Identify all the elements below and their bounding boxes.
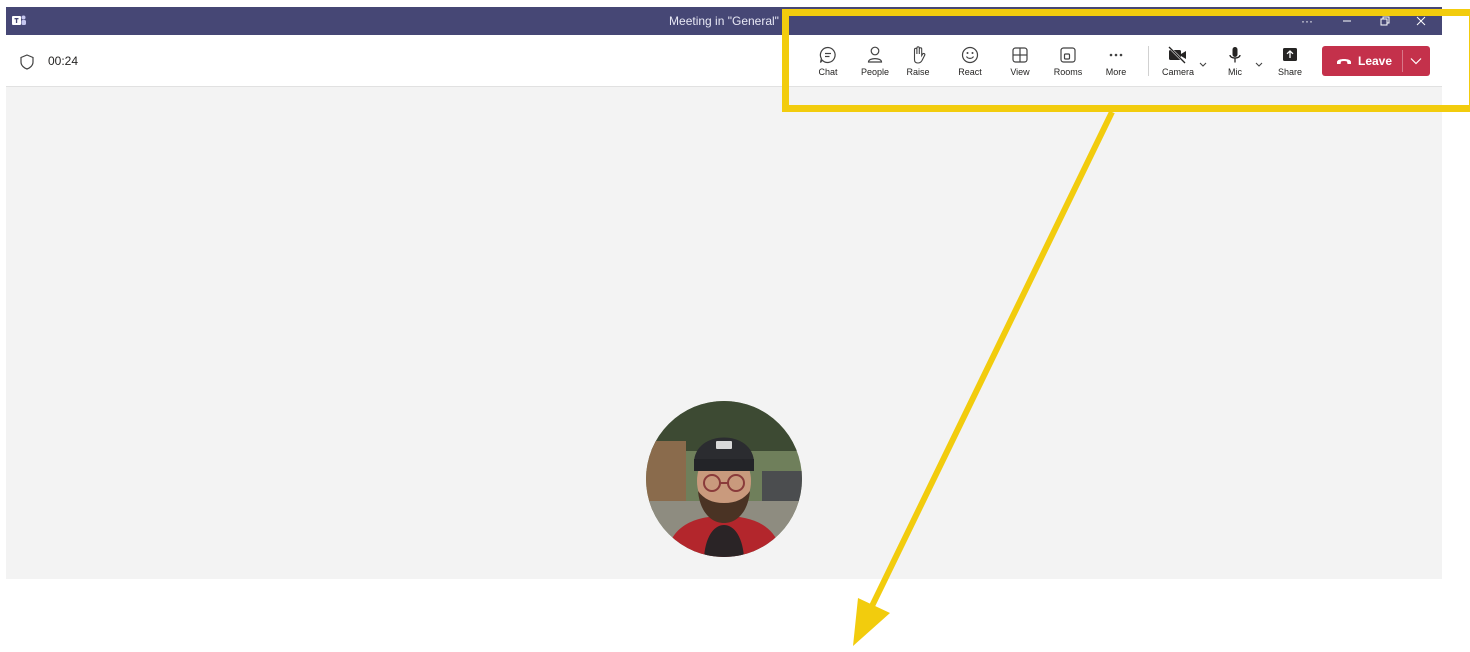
annotation-arrow xyxy=(853,110,1115,646)
